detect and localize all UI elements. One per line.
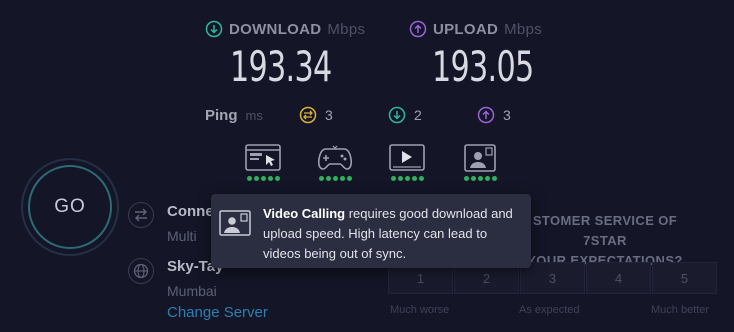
upload-label: UPLOAD — [433, 20, 499, 38]
gamepad-icon — [317, 145, 353, 170]
upload-unit: Mbps — [504, 20, 543, 38]
globe-icon — [128, 258, 154, 284]
video-calling-tooltip: Video Calling requires good download and… — [211, 194, 531, 268]
download-value: 193.34 — [230, 42, 332, 91]
upload-arrow-icon — [409, 20, 427, 38]
ping-upload: 3 — [477, 106, 511, 124]
idle-latency-icon — [299, 106, 317, 124]
upload-header: UPLOAD Mbps — [409, 20, 542, 38]
ping-download: 2 — [388, 106, 422, 124]
survey-option-4[interactable]: 4 — [586, 262, 651, 294]
go-label: GO — [54, 196, 86, 217]
download-unit: Mbps — [327, 20, 366, 38]
change-server-link[interactable]: Change Server — [167, 304, 268, 321]
web-browsing-icon — [245, 144, 281, 171]
tooltip-text: Video Calling requires good download and… — [263, 204, 513, 261]
connection-icon — [128, 202, 154, 228]
survey-question-line1: STOMER SERVICE OF 7STAR — [532, 213, 678, 248]
ping-download-value: 2 — [414, 107, 422, 123]
go-button[interactable]: GO — [21, 158, 119, 256]
download-latency-icon — [388, 106, 406, 124]
ping-idle: 3 — [299, 106, 333, 124]
ping-unit: ms — [245, 108, 263, 123]
tooltip-body-line1: requires good download and — [345, 206, 513, 221]
server-location: Mumbai — [167, 283, 217, 299]
video-calling-rating — [460, 176, 500, 181]
download-arrow-icon — [205, 20, 223, 38]
activity-web-browsing[interactable] — [243, 143, 283, 181]
activity-video-streaming[interactable] — [387, 143, 427, 181]
tooltip-body-line3: videos being out of sync. — [263, 246, 407, 261]
ping-label: Ping — [205, 107, 238, 124]
activity-gaming[interactable] — [315, 143, 355, 181]
video-call-icon — [464, 144, 496, 172]
video-call-icon — [219, 210, 251, 236]
ping-label-group: Ping ms — [205, 107, 263, 124]
web-browsing-rating — [243, 176, 283, 181]
go-button-ring: GO — [28, 165, 112, 249]
tooltip-title: Video Calling — [263, 206, 346, 221]
survey-mid-label: As expected — [519, 304, 580, 316]
survey-option-5[interactable]: 5 — [652, 262, 717, 294]
connection-subtitle: Multi — [167, 228, 197, 244]
upload-value: 193.05 — [432, 42, 534, 91]
video-streaming-rating — [387, 176, 427, 181]
video-player-icon — [389, 144, 425, 171]
download-label: DOWNLOAD — [229, 20, 322, 38]
activity-video-calling[interactable] — [460, 143, 500, 181]
survey-high-label: Much better — [651, 304, 710, 316]
upload-latency-icon — [477, 106, 495, 124]
ping-idle-value: 3 — [325, 107, 333, 123]
tooltip-body-line2: upload speed. High latency can lead to — [263, 226, 488, 241]
gaming-rating — [315, 176, 355, 181]
download-header: DOWNLOAD Mbps — [205, 20, 365, 38]
connection-title: Conne — [167, 203, 214, 220]
survey-low-label: Much worse — [390, 304, 450, 316]
ping-upload-value: 3 — [503, 107, 511, 123]
